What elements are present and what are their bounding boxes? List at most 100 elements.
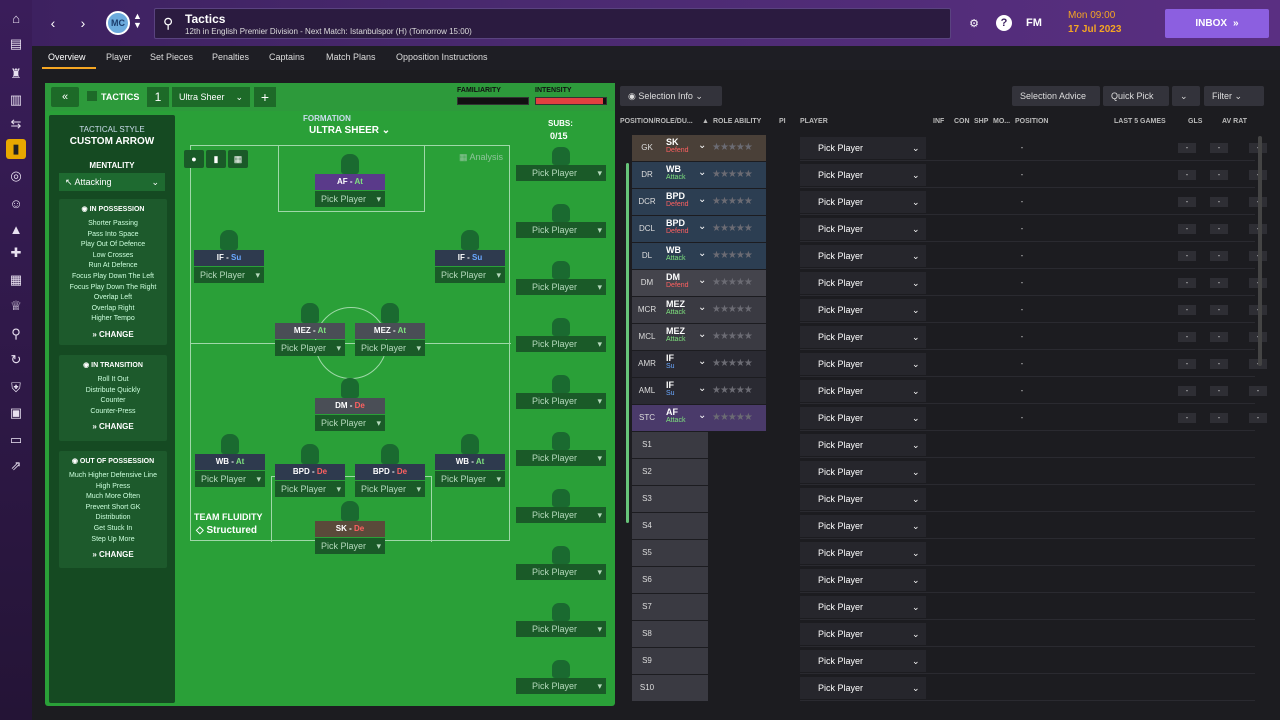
tactic-select[interactable]: Ultra Sheer ⌄ <box>172 87 250 107</box>
role-cell[interactable]: AF Attack ⌄ <box>662 405 708 431</box>
tactic-number[interactable]: 1 <box>147 87 169 107</box>
pick-player-select[interactable]: Pick Player ▾ <box>315 538 385 554</box>
selection-info-button[interactable]: ◉ Selection Info ⌄ <box>620 86 722 106</box>
finance-icon[interactable]: ▣ <box>6 403 26 423</box>
table-row[interactable]: S5 Pick Player ⌄ <box>620 540 1275 566</box>
team-fluidity-value[interactable]: ◇ Structured <box>196 525 257 536</box>
slot-role[interactable]: DM - De <box>315 398 385 414</box>
slot-role[interactable]: BPD - De <box>355 464 425 480</box>
notes-icon[interactable]: ▥ <box>6 90 26 110</box>
pick-player-select[interactable]: Pick Player ▾ <box>194 267 264 283</box>
calendar-icon[interactable]: ▦ <box>6 270 26 290</box>
table-row[interactable]: MCRMEZAttack⌄★★★★★Pick Player⌄---- <box>620 297 1275 323</box>
dev-icon[interactable]: ▭ <box>6 430 26 450</box>
globe-icon[interactable]: ◎ <box>6 166 26 186</box>
pick-player-select[interactable]: Pick Player ⌄ <box>800 596 926 618</box>
club-badge[interactable]: MC <box>106 11 130 35</box>
table-row[interactable]: STC AF Attack ⌄ ★★★★★ Pick Player ⌄ - - - - <box>620 405 1275 431</box>
out-possession-change-button[interactable]: » CHANGE <box>59 550 167 559</box>
column-header[interactable]: PI <box>779 118 786 125</box>
filter-button[interactable]: Filter ⌄ <box>1204 86 1264 106</box>
slot-role[interactable]: AF - At <box>315 174 385 190</box>
inbox-button[interactable]: INBOX » <box>1165 9 1269 38</box>
pick-player-select[interactable]: Pick Player ▾ <box>435 267 505 283</box>
pick-player-select[interactable]: Pick Player ⌄ <box>800 623 926 645</box>
table-row[interactable]: S9 Pick Player ⌄ <box>620 648 1275 674</box>
column-header[interactable]: MO... <box>993 118 1010 125</box>
column-header[interactable]: POSITION <box>1015 118 1048 125</box>
position-slot[interactable]: BPD - De Pick Player ▾ <box>355 444 425 500</box>
sub-pick-player-select[interactable]: Pick Player ▾ <box>516 279 606 295</box>
position-slot[interactable]: IF - Su Pick Player ▾ <box>435 230 505 286</box>
table-row[interactable]: S2 Pick Player ⌄ <box>620 459 1275 485</box>
slot-role[interactable]: BPD - De <box>275 464 345 480</box>
pick-player-select[interactable]: Pick Player ⌄ <box>800 164 926 186</box>
pick-player-select[interactable]: Pick Player ⌄ <box>800 461 926 483</box>
table-row[interactable]: S7 Pick Player ⌄ <box>620 594 1275 620</box>
medical-icon[interactable]: ✚ <box>6 243 26 263</box>
mentality-select[interactable]: ↖ Attacking ⌄ <box>59 173 165 191</box>
pick-player-select[interactable]: Pick Player ▾ <box>275 481 345 497</box>
pick-player-select[interactable]: Pick Player ⌄ <box>800 569 926 591</box>
role-cell[interactable]: MEZ Attack ⌄ <box>662 297 708 323</box>
pick-player-select[interactable]: Pick Player ⌄ <box>800 542 926 564</box>
date-box[interactable]: Mon 09:00 17 Jul 2023 <box>1068 10 1152 38</box>
slot-role[interactable]: SK - De <box>315 521 385 537</box>
slot-role[interactable]: WB - At <box>435 454 505 470</box>
role-cell[interactable]: DM Defend ⌄ <box>662 270 708 296</box>
position-slot[interactable]: MEZ - At Pick Player ▾ <box>355 303 425 359</box>
shirt-icon[interactable]: ♜ <box>6 64 26 84</box>
quick-pick-button[interactable]: Quick Pick <box>1103 86 1169 106</box>
tab-opposition-instructions[interactable]: Opposition Instructions <box>396 52 488 62</box>
pick-player-select[interactable]: Pick Player ⌄ <box>800 488 926 510</box>
chart-icon[interactable]: ▮ <box>206 150 226 168</box>
pick-player-select[interactable]: Pick Player ⌄ <box>800 272 926 294</box>
slot-role[interactable]: MEZ - At <box>275 323 345 339</box>
table-row[interactable]: MCLMEZAttack⌄★★★★★Pick Player⌄---- <box>620 324 1275 350</box>
tab-set-pieces[interactable]: Set Pieces <box>150 52 193 62</box>
scouting-icon[interactable]: ⚲ <box>6 324 26 344</box>
pick-player-select[interactable]: Pick Player ⌄ <box>800 326 926 348</box>
role-cell[interactable]: BPD Defend ⌄ <box>662 189 708 215</box>
pick-player-select[interactable]: Pick Player ⌄ <box>800 353 926 375</box>
forward-arrow-icon[interactable]: › <box>72 12 94 34</box>
add-tactic-button[interactable]: + <box>254 87 276 107</box>
help-icon[interactable]: ? <box>996 15 1012 31</box>
table-row[interactable]: DLWBAttack⌄★★★★★Pick Player⌄---- <box>620 243 1275 269</box>
club-toggle-icon[interactable]: ▲ ▼ <box>133 12 142 30</box>
table-row[interactable]: DCRBPDDefend⌄★★★★★Pick Player⌄---- <box>620 189 1275 215</box>
tactical-style-value[interactable]: CUSTOM ARROW <box>49 136 175 147</box>
position-slot[interactable]: AF - At Pick Player ▾ <box>315 154 385 210</box>
pick-player-select[interactable]: Pick Player ▾ <box>355 481 425 497</box>
pick-player-select[interactable]: Pick Player ⌄ <box>800 191 926 213</box>
tab-penalties[interactable]: Penalties <box>212 52 249 62</box>
tab-captains[interactable]: Captains <box>269 52 305 62</box>
column-header[interactable]: SHP <box>974 118 988 125</box>
table-row[interactable]: S8 Pick Player ⌄ <box>620 621 1275 647</box>
sub-pick-player-select[interactable]: Pick Player ▾ <box>516 450 606 466</box>
table-row[interactable]: DRWBAttack⌄★★★★★Pick Player⌄---- <box>620 162 1275 188</box>
pick-player-select[interactable]: Pick Player ⌄ <box>800 137 926 159</box>
sub-pick-player-select[interactable]: Pick Player ▾ <box>516 564 606 580</box>
table-row[interactable]: S10 Pick Player ⌄ <box>620 675 1275 701</box>
slot-role[interactable]: IF - Su <box>194 250 264 266</box>
table-row[interactable]: AMRIFSu⌄★★★★★Pick Player⌄---- <box>620 351 1275 377</box>
pick-player-select[interactable]: Pick Player ⌄ <box>800 407 926 429</box>
column-header[interactable]: CON <box>954 118 970 125</box>
column-header[interactable]: PLAYER <box>800 118 828 125</box>
collapse-panel-button[interactable]: « <box>51 87 79 107</box>
role-cell[interactable]: WB Attack ⌄ <box>662 243 708 269</box>
pick-player-select[interactable]: Pick Player ▾ <box>315 191 385 207</box>
pick-player-select[interactable]: Pick Player ▾ <box>435 471 505 487</box>
tab-match-plans[interactable]: Match Plans <box>326 52 376 62</box>
table-scrollbar[interactable] <box>1258 136 1262 366</box>
table-row[interactable]: DCLBPDDefend⌄★★★★★Pick Player⌄---- <box>620 216 1275 242</box>
sub-pick-player-select[interactable]: Pick Player ▾ <box>516 507 606 523</box>
sub-pick-player-select[interactable]: Pick Player ▾ <box>516 678 606 694</box>
table-row[interactable]: S1 Pick Player ⌄ <box>620 432 1275 458</box>
role-cell[interactable]: WB Attack ⌄ <box>662 162 708 188</box>
club-icon[interactable]: ⛨ <box>6 378 26 398</box>
role-cell[interactable]: IF Su ⌄ <box>662 351 708 377</box>
role-cell[interactable]: SK Defend ⌄ <box>662 135 708 161</box>
position-slot[interactable]: WB - At Pick Player ▾ <box>435 434 505 490</box>
